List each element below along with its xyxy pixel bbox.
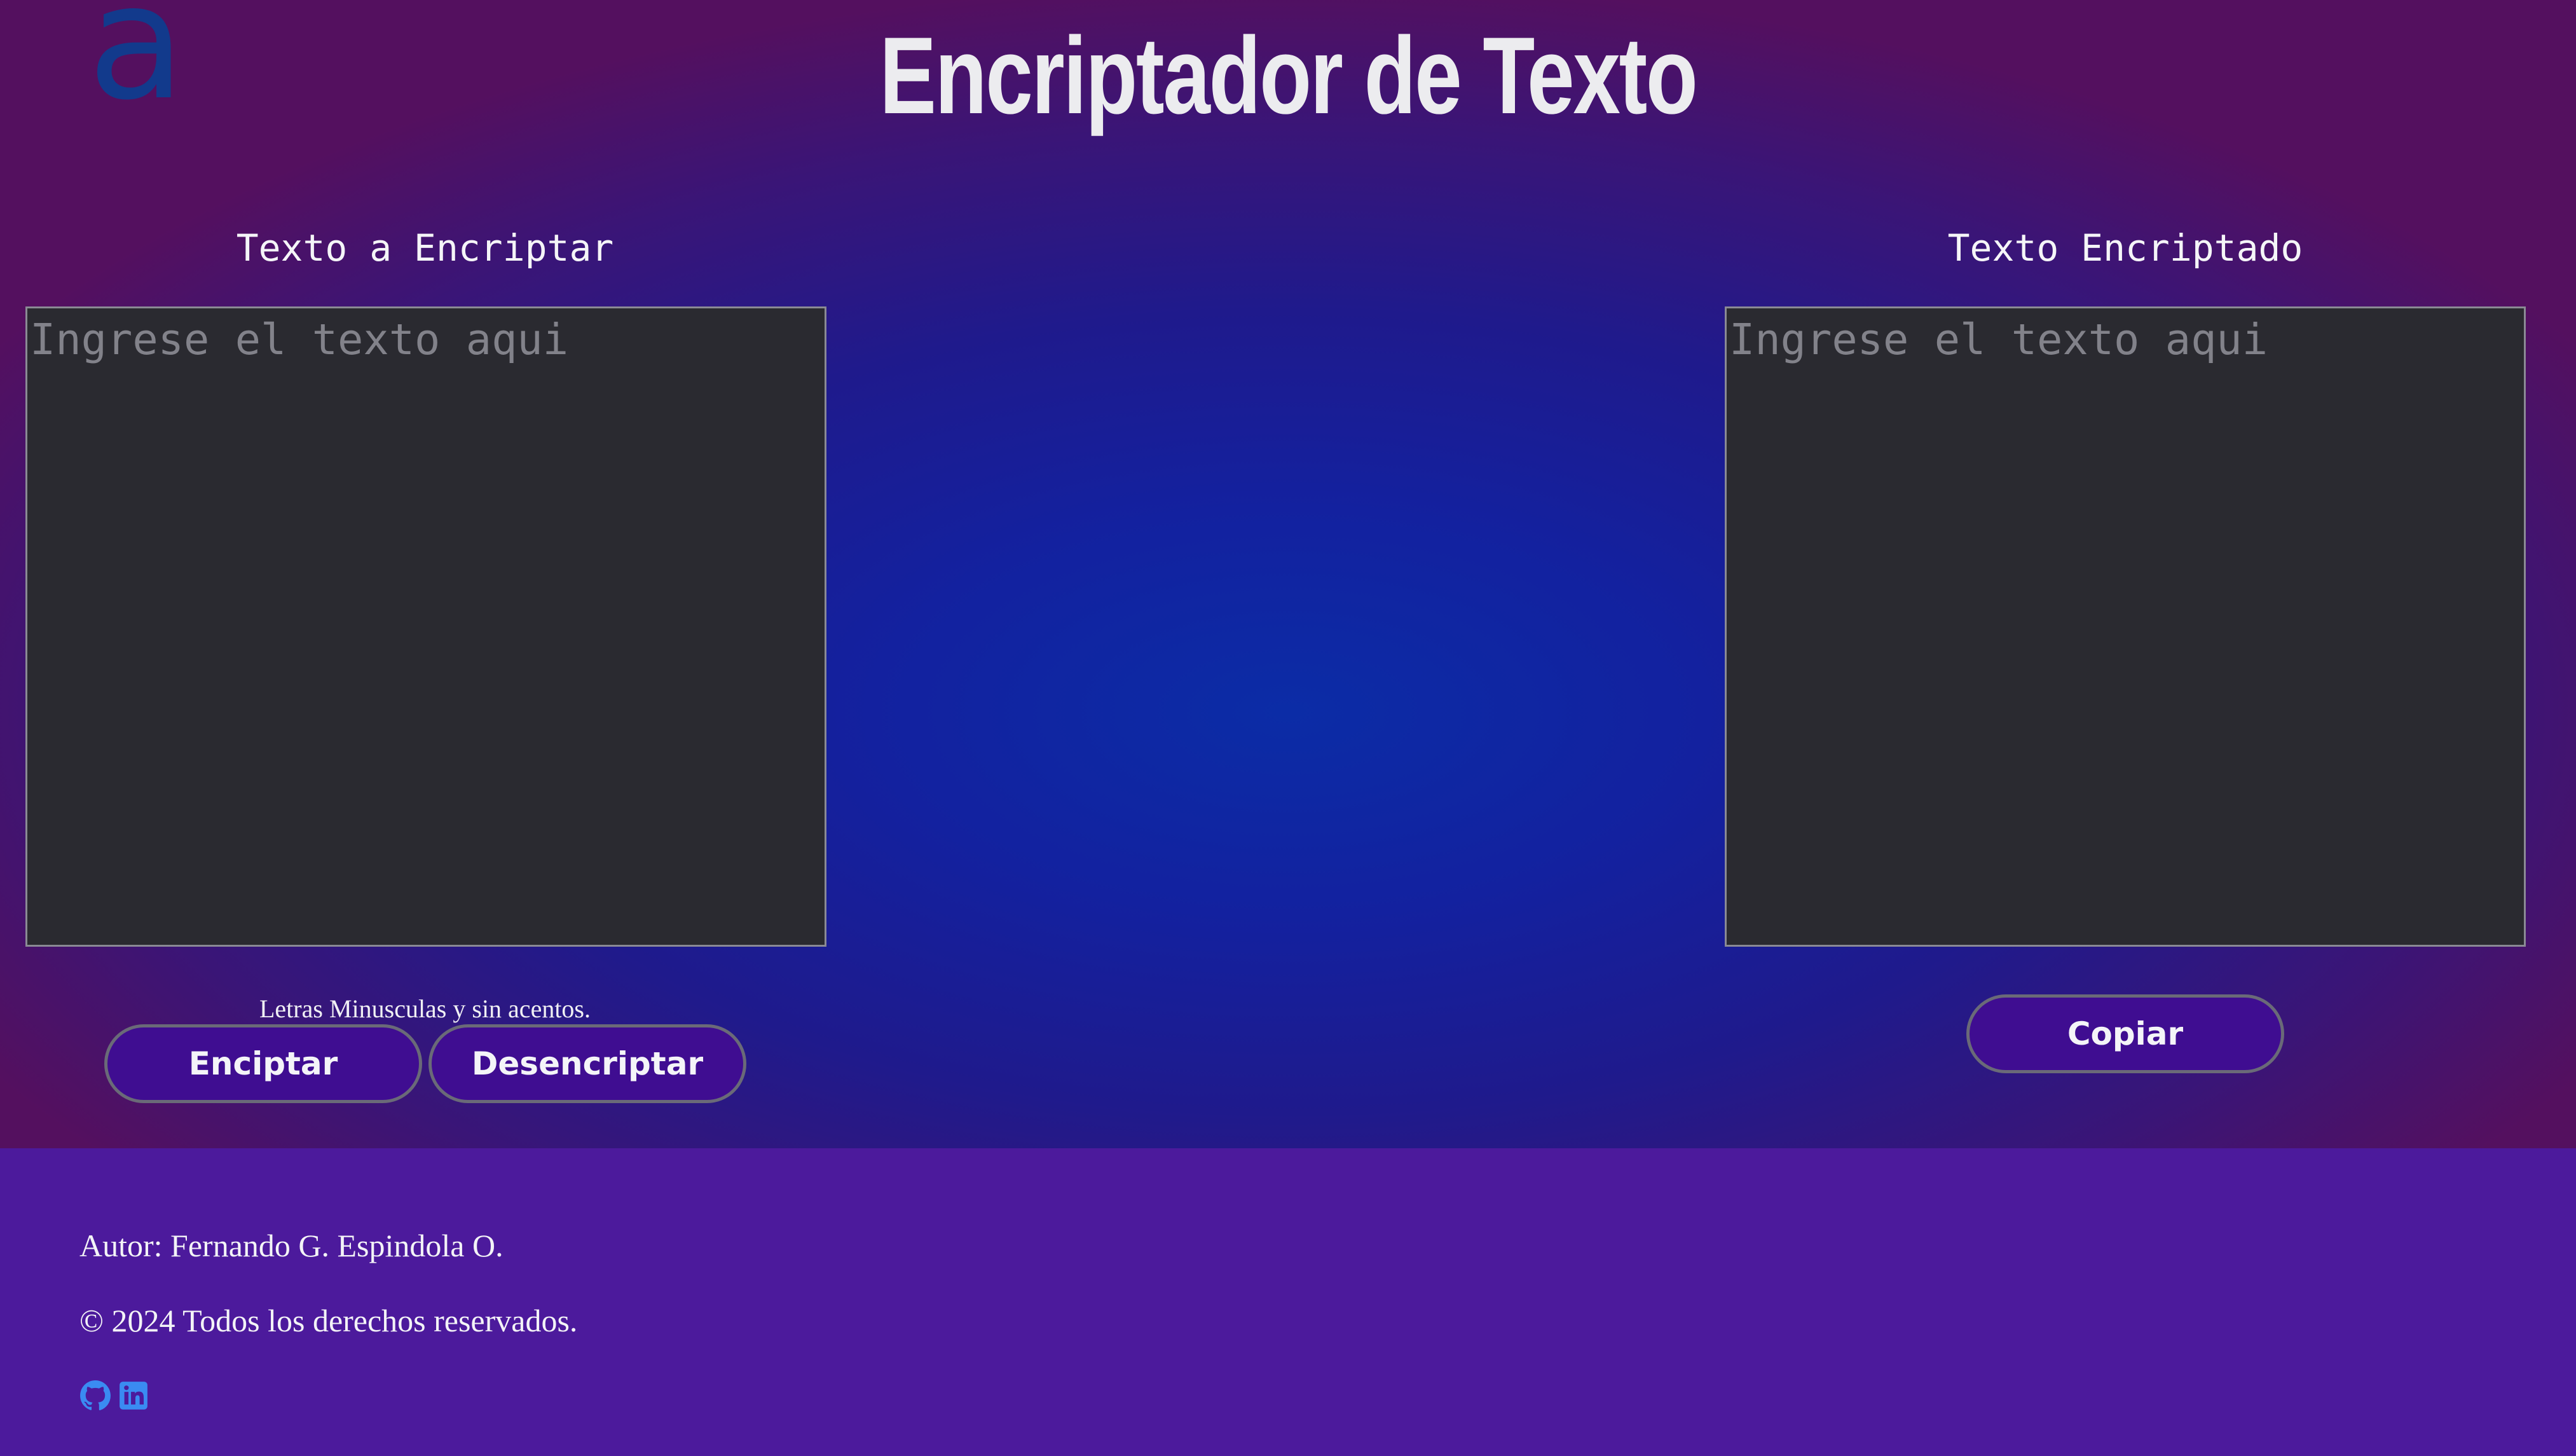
footer-author: Autor: Fernando G. Espindola O. — [79, 1228, 504, 1263]
app-main: a Encriptador de Texto Texto a Encriptar… — [0, 0, 2576, 1148]
logo-a-icon: a — [88, 0, 186, 135]
copy-button[interactable]: Copiar — [1966, 994, 2284, 1073]
github-icon[interactable] — [79, 1380, 111, 1411]
page-title: Encriptador de Texto — [879, 15, 1697, 137]
decrypt-button[interactable]: Desencriptar — [428, 1024, 746, 1103]
social-links — [79, 1380, 149, 1413]
footer-copyright: © 2024 Todos los derechos reservados. — [79, 1303, 578, 1338]
plain-text-input[interactable] — [25, 306, 826, 947]
input-panel-title: Texto a Encriptar — [236, 226, 614, 270]
output-panel-title: Texto Encriptado — [1947, 226, 2303, 270]
encrypt-button[interactable]: Enciptar — [104, 1024, 422, 1103]
linkedin-icon[interactable] — [118, 1380, 149, 1411]
encrypted-text-output[interactable] — [1725, 306, 2526, 947]
input-hint: Letras Minusculas y sin acentos. — [259, 994, 591, 1023]
